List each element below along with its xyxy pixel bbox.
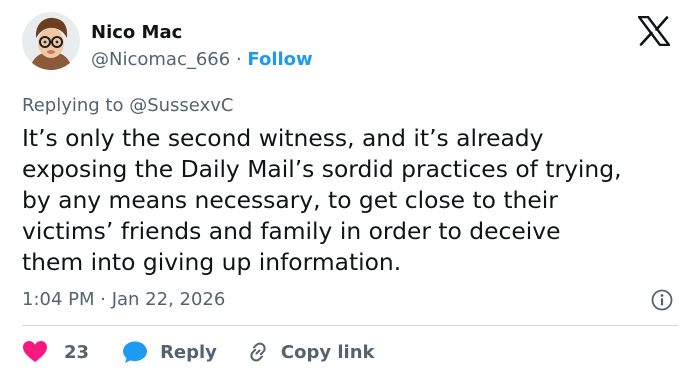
author-name[interactable]: Nico Mac bbox=[91, 22, 182, 43]
info-icon[interactable] bbox=[651, 289, 673, 311]
divider bbox=[22, 325, 678, 326]
profile-photo bbox=[22, 12, 80, 70]
copy-link-button[interactable]: Copy link bbox=[246, 340, 375, 364]
replying-prefix: Replying to bbox=[22, 95, 124, 116]
like-count: 23 bbox=[64, 341, 90, 363]
replying-to: Replying to @SussexvC bbox=[22, 95, 233, 116]
author-handle[interactable]: @Nicomac_666 bbox=[91, 49, 230, 70]
copy-link-label: Copy link bbox=[280, 341, 375, 363]
action-bar: 23 Reply Copy link bbox=[22, 336, 375, 368]
speech-bubble-icon bbox=[123, 341, 148, 363]
replying-handle[interactable]: @SussexvC bbox=[129, 95, 233, 116]
like-button[interactable]: 23 bbox=[22, 340, 89, 364]
link-icon bbox=[250, 342, 266, 362]
reply-button[interactable]: Reply bbox=[122, 340, 217, 364]
author-meta: @Nicomac_666 · Follow bbox=[91, 49, 313, 70]
x-logo-icon[interactable] bbox=[637, 15, 671, 47]
reply-label: Reply bbox=[160, 341, 217, 363]
tweet-text: It’s only the second witness, and it’s a… bbox=[22, 124, 622, 276]
timestamp[interactable]: 1:04 PM · Jan 22, 2026 bbox=[22, 289, 225, 310]
avatar[interactable] bbox=[22, 12, 80, 70]
heart-icon bbox=[23, 341, 47, 362]
follow-link[interactable]: Follow bbox=[247, 49, 312, 70]
separator-dot: · bbox=[235, 49, 242, 70]
